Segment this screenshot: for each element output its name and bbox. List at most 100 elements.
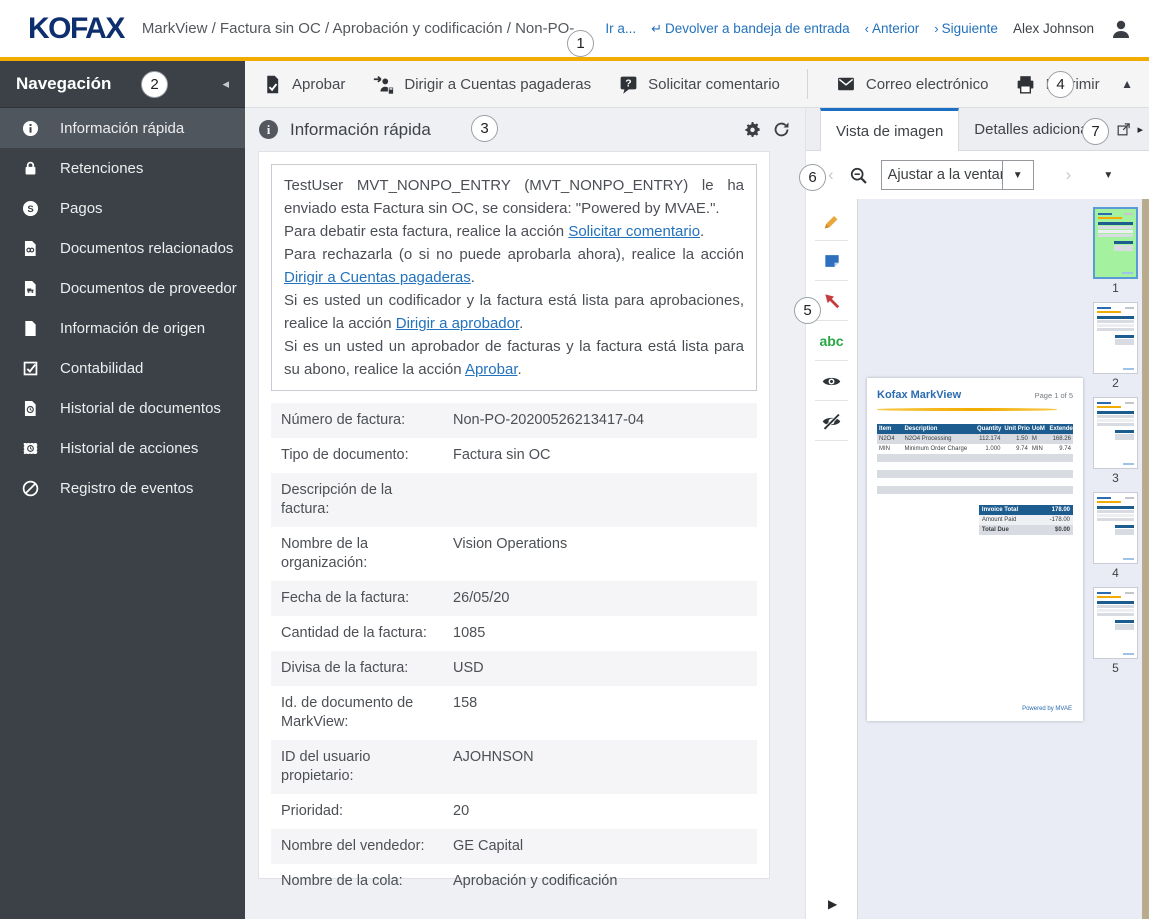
- page-prev-icon[interactable]: ‹: [828, 165, 834, 185]
- tab-image-view[interactable]: Vista de imagen: [820, 108, 960, 151]
- person-icon: [1113, 20, 1129, 38]
- info-circle-icon: i: [259, 120, 278, 139]
- field-row: Nombre de la organización: Vision Operati…: [271, 527, 757, 581]
- rail-expand-icon[interactable]: ▶: [828, 897, 837, 911]
- sidebar-item-event-log[interactable]: Registro de eventos: [0, 468, 245, 508]
- sidebar-item-label: Contabilidad: [60, 359, 144, 377]
- sidebar-item-origin-info[interactable]: Información de origen: [0, 308, 245, 348]
- sidebar-item-quick-info[interactable]: Información rápida: [0, 108, 245, 148]
- action-toolbar: Aprobar Dirigir a Cuentas pagaderas ? So…: [245, 61, 1149, 108]
- header-actions: Ir a... ↵ Devolver a bandeja de entrada ‹…: [605, 17, 1149, 41]
- toolbar-collapse-icon[interactable]: ▲: [1121, 77, 1133, 91]
- tabs-overflow-icon[interactable]: ▸: [1137, 123, 1143, 136]
- thumbnail-label: 2: [1112, 376, 1119, 390]
- thumbnail-page-5[interactable]: [1093, 587, 1138, 659]
- route-to-ap-link[interactable]: Dirigir a Cuentas pagaderas: [284, 269, 471, 286]
- preview-total-row: Amount Paid -178.00: [978, 515, 1073, 525]
- next-link[interactable]: › Siguiente: [934, 21, 998, 36]
- hide-annotations-tool[interactable]: [806, 401, 857, 441]
- callout-5: 5: [794, 297, 821, 324]
- field-row: Divisa de la factura: USD: [271, 651, 757, 686]
- action-history-icon: [20, 438, 40, 458]
- request-comment-button[interactable]: ? Solicitar comentario: [618, 74, 780, 95]
- refresh-button[interactable]: [772, 120, 791, 139]
- thumbnail-scrollbar[interactable]: [1142, 199, 1149, 919]
- message-line: Si es un usted un aprobador de facturas …: [284, 338, 744, 378]
- approve-button[interactable]: Aprobar: [262, 74, 345, 95]
- preview-gold-swoosh: [877, 408, 1058, 411]
- message-line: Para debatir esta factura, realice la ac…: [284, 223, 705, 240]
- request-comment-link[interactable]: Solicitar comentario: [568, 223, 700, 240]
- page-next-icon[interactable]: ›: [1066, 165, 1072, 185]
- sidebar-item-holds[interactable]: Retenciones: [0, 148, 245, 188]
- user-name: Alex Johnson: [1012, 21, 1094, 36]
- preview-total-row: Total Due $0.00: [978, 525, 1073, 535]
- message-line: Si es usted un codificador y la factura …: [284, 292, 744, 332]
- sidebar-item-accounting[interactable]: Contabilidad: [0, 348, 245, 388]
- toolbar-divider: [806, 69, 808, 99]
- sidebar-item-payments[interactable]: S Pagos: [0, 188, 245, 228]
- viewer-body: abc ▶ Kofax MarkView Page 1 of 5 Item Des…: [806, 199, 1149, 919]
- route-to-ap-button[interactable]: Dirigir a Cuentas pagaderas: [372, 74, 591, 95]
- zoom-select-arrow-icon[interactable]: ▼: [1001, 161, 1033, 189]
- invoice-fields: Número de factura: Non-PO-20200526213417-…: [271, 403, 757, 899]
- sidebar-item-document-history[interactable]: Historial de documentos: [0, 388, 245, 428]
- viewer-more-dropdown-icon[interactable]: ▼: [1103, 170, 1113, 181]
- thumbnail-page-4[interactable]: [1093, 492, 1138, 564]
- magnifier-icon: [850, 167, 867, 184]
- queue-name-value: Aprobación y codificación: [453, 873, 618, 889]
- zoom-level-select[interactable]: Ajustar a la ventana ▼: [880, 160, 1034, 190]
- settings-button[interactable]: [743, 120, 762, 139]
- sidebar-header: Navegación ◂: [0, 61, 245, 108]
- svg-text:?: ?: [625, 77, 631, 89]
- sidebar-item-label: Información de origen: [60, 319, 206, 337]
- thumbnail-label: 3: [1112, 471, 1119, 485]
- field-row: Nombre de la cola: Aprobación y codificac…: [271, 864, 757, 899]
- sidebar-item-label: Pagos: [60, 199, 103, 217]
- approve-link[interactable]: Aprobar: [465, 361, 518, 378]
- preview-table-row: N2O4 N2O4 Processing 112.174 1.50 M 168.26: [877, 434, 1073, 444]
- show-annotations-tool[interactable]: [806, 361, 857, 401]
- return-to-inbox-link[interactable]: ↵ Devolver a bandeja de entrada: [651, 21, 850, 36]
- route-to-ap-label: Dirigir a Cuentas pagaderas: [404, 75, 592, 93]
- print-icon: [1018, 75, 1034, 94]
- related-documents-icon: [20, 238, 40, 258]
- sticky-note-tool[interactable]: [806, 241, 857, 281]
- invoice-amount-value: 1085: [453, 625, 486, 641]
- no-entry-icon: [20, 478, 40, 498]
- user-profile-button[interactable]: [1109, 17, 1133, 41]
- thumbnail-page-3[interactable]: [1093, 397, 1138, 469]
- preview-empty-row: [877, 454, 1073, 462]
- text-annotation-tool[interactable]: abc: [806, 321, 857, 361]
- image-canvas[interactable]: Kofax MarkView Page 1 of 5 Item Descripti…: [858, 199, 1089, 919]
- sidebar-item-label: Documentos relacionados: [60, 239, 234, 257]
- viewer-toolbar: ‹ Ajustar a la ventana ▼ › ▼: [806, 151, 1149, 199]
- sidebar-item-related-documents[interactable]: Documentos relacionados: [0, 228, 245, 268]
- go-to-link[interactable]: Ir a...: [605, 21, 636, 36]
- owner-user-id-value: AJOHNSON: [453, 749, 534, 765]
- message-line: TestUser MVT_NONPO_ENTRY (MVT_NONPO_ENTR…: [284, 177, 744, 217]
- preview-empty-row: [877, 486, 1073, 494]
- sidebar-item-vendor-documents[interactable]: Documentos de proveedor: [0, 268, 245, 308]
- open-external-button[interactable]: [1116, 122, 1131, 137]
- thumbnail-page-2[interactable]: [1093, 302, 1138, 374]
- route-to-approver-link[interactable]: Dirigir a aprobador: [396, 315, 519, 332]
- sidebar-item-label: Información rápida: [60, 119, 185, 137]
- info-icon: [20, 118, 40, 138]
- email-button[interactable]: Correo electrónico: [835, 74, 988, 94]
- gear-icon: [745, 121, 760, 138]
- eye-off-icon: [822, 412, 841, 430]
- preview-page-label: Page 1 of 5: [1034, 391, 1073, 400]
- thumbnail-label: 4: [1112, 566, 1119, 580]
- zoom-button[interactable]: [848, 165, 869, 186]
- svg-text:S: S: [27, 203, 33, 214]
- thumbnail-page-1[interactable]: [1093, 207, 1138, 279]
- sidebar-collapse-icon[interactable]: ◂: [222, 76, 229, 92]
- preview-footer: Powered by MVAE: [1022, 706, 1072, 712]
- workflow-message: TestUser MVT_NONPO_ENTRY (MVT_NONPO_ENTR…: [271, 164, 757, 391]
- previous-link[interactable]: ‹ Anterior: [865, 21, 920, 36]
- highlighter-tool[interactable]: [806, 201, 857, 241]
- sidebar-item-action-history[interactable]: Historial de acciones: [0, 428, 245, 468]
- external-link-icon: [1118, 122, 1131, 135]
- quick-info-card: TestUser MVT_NONPO_ENTRY (MVT_NONPO_ENTR…: [258, 151, 770, 889]
